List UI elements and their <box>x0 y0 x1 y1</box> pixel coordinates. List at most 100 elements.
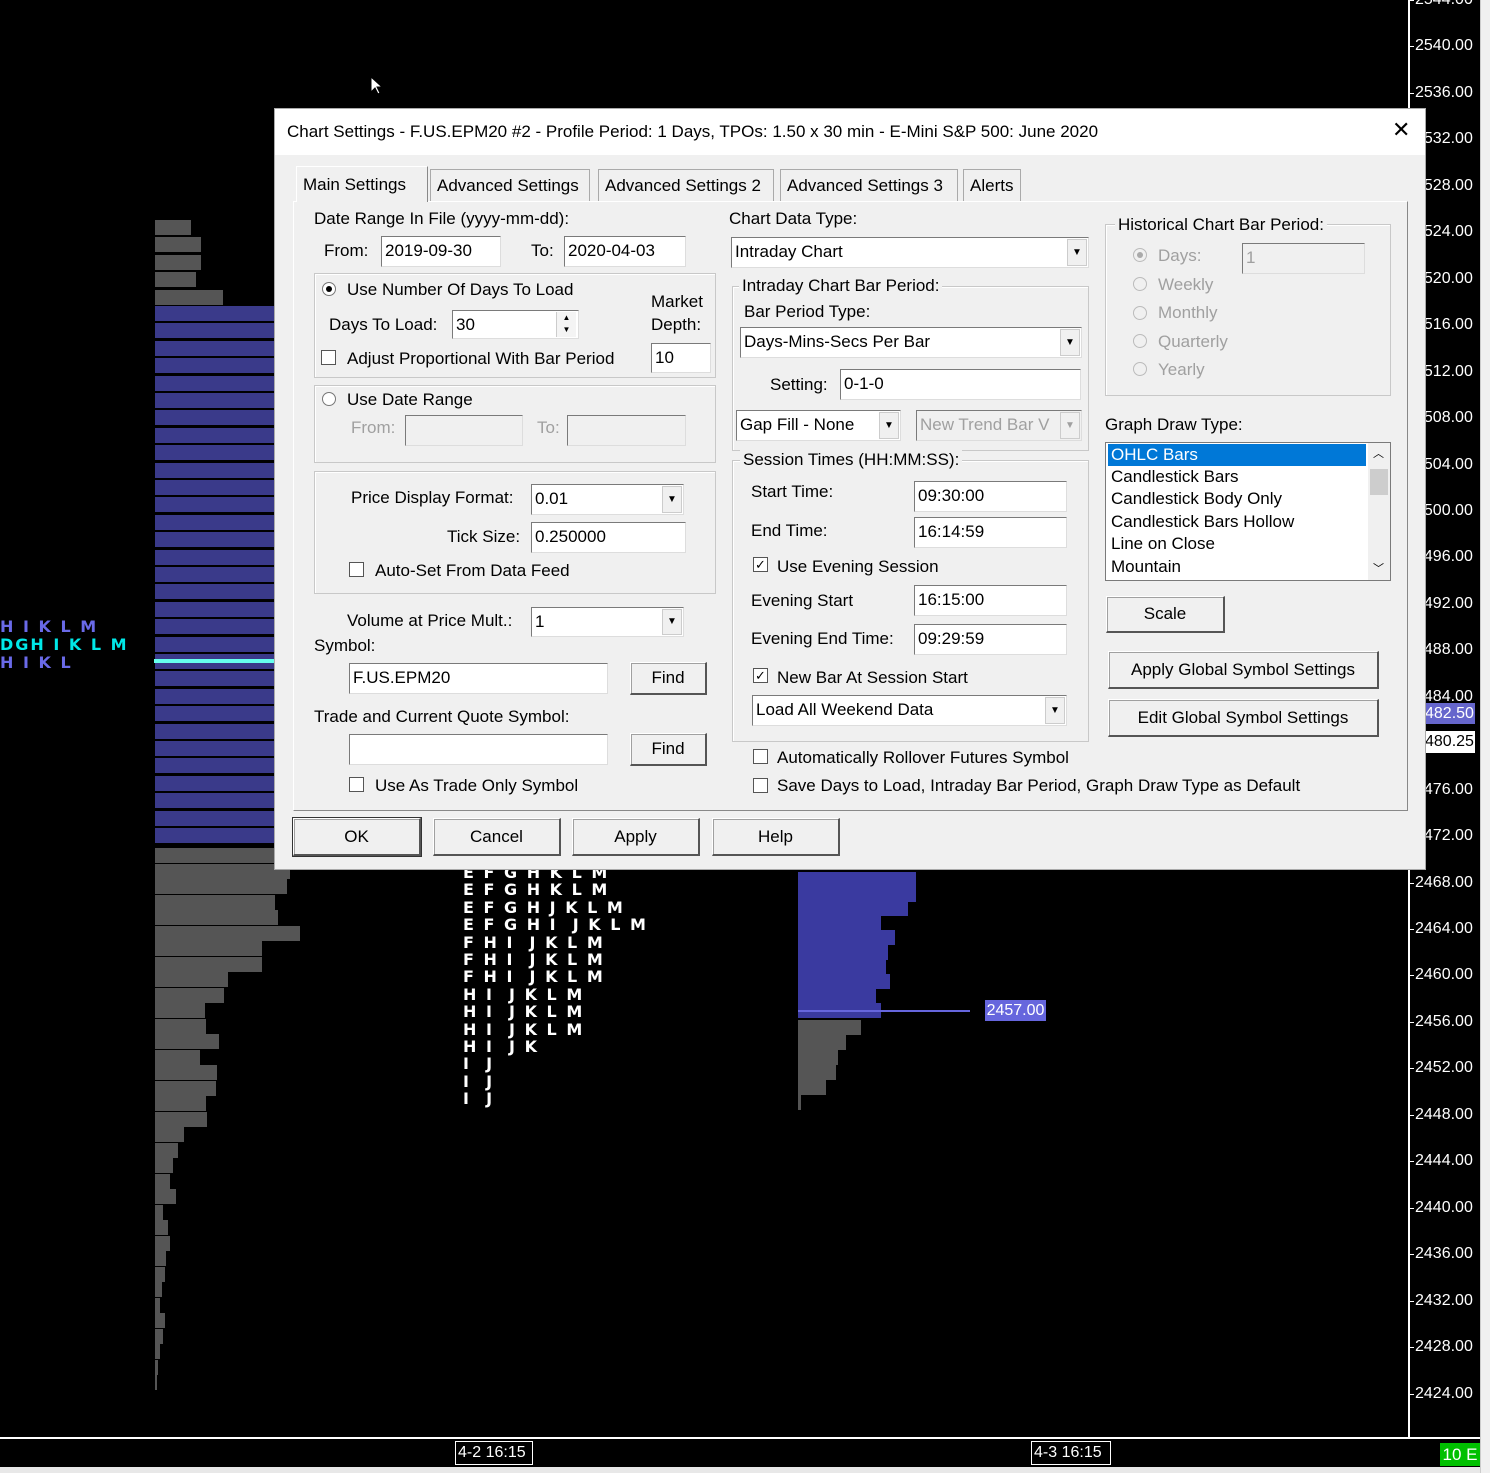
tick-size-input[interactable]: 0.250000 <box>531 522 686 553</box>
vap-select[interactable]: 1 ▼ <box>531 607 684 637</box>
use-days-label: Use Number Of Days To Load <box>347 280 574 299</box>
tab-advanced-settings[interactable]: Advanced Settings <box>430 169 590 201</box>
price-label: 2464.00 <box>1415 920 1473 937</box>
poc-price-label: 2457.00 <box>985 1000 1046 1021</box>
find-symbol-button[interactable]: Find <box>630 662 707 695</box>
price-format-select[interactable]: 0.01 ▼ <box>531 484 684 515</box>
list-item[interactable]: Candlestick Bars Hollow <box>1108 511 1366 533</box>
chevron-down-icon[interactable]: ﹀ <box>1373 560 1384 576</box>
tab-main-settings[interactable]: Main Settings <box>296 166 428 202</box>
use-date-range-radio[interactable] <box>322 392 336 406</box>
hist-yearly-radio[interactable] <box>1133 362 1147 376</box>
graph-draw-type-label: Graph Draw Type: <box>1105 415 1243 434</box>
hist-days-input[interactable]: 1 <box>1242 243 1365 274</box>
ok-button[interactable]: OK <box>292 817 422 857</box>
hist-weekly-radio[interactable] <box>1133 277 1147 291</box>
help-button[interactable]: Help <box>712 818 840 856</box>
market-depth-input[interactable]: 10 <box>651 343 711 373</box>
apply-button[interactable]: Apply <box>572 818 700 856</box>
tab-advanced-settings-2[interactable]: Advanced Settings 2 <box>598 169 774 201</box>
profile-bar <box>155 306 275 321</box>
profile-bar <box>155 910 278 925</box>
poc-line <box>798 1010 970 1012</box>
dr-to-input[interactable] <box>567 415 686 446</box>
end-time-input[interactable]: 16:14:59 <box>914 517 1067 548</box>
profile-bar <box>155 480 275 495</box>
apply-global-settings-button[interactable]: Apply Global Symbol Settings <box>1108 651 1379 689</box>
profile-bar <box>155 1251 166 1266</box>
list-item[interactable]: Mountain <box>1108 556 1366 578</box>
tpo-row: E F G H I J K L M <box>463 915 648 935</box>
auto-set-checkbox[interactable] <box>349 562 364 577</box>
tpo-row: H I J K L M <box>463 984 585 1004</box>
from-label: From: <box>324 241 369 260</box>
vertical-scrollbar[interactable] <box>1480 0 1490 1473</box>
setting-input[interactable]: 0-1-0 <box>840 369 1081 400</box>
trade-symbol-input[interactable] <box>349 734 608 765</box>
adjust-checkbox[interactable] <box>321 350 336 365</box>
symbol-input[interactable]: F.US.EPM20 <box>349 663 608 694</box>
weekend-data-select[interactable]: Load All Weekend Data ▼ <box>752 695 1067 726</box>
use-evening-checkbox[interactable]: ✓ <box>753 557 768 572</box>
hist-monthly-radio[interactable] <box>1133 306 1147 320</box>
list-item[interactable]: Candlestick Body Only <box>1108 488 1366 510</box>
tab-alerts[interactable]: Alerts <box>963 169 1021 201</box>
trade-only-checkbox[interactable] <box>349 777 364 792</box>
profile-bar <box>155 445 275 461</box>
horizontal-scrollbar[interactable] <box>0 1467 1490 1473</box>
axis-tick <box>1408 46 1414 48</box>
profile-bar <box>798 886 916 902</box>
hist-days-radio[interactable] <box>1133 248 1147 262</box>
profile-bar <box>155 1375 157 1390</box>
close-icon[interactable]: ✕ <box>1392 119 1410 141</box>
profile-bar <box>798 1020 861 1035</box>
profile-bar <box>155 1034 219 1049</box>
axis-tick <box>1408 1347 1414 1349</box>
chart-data-type-select[interactable]: Intraday Chart ▼ <box>731 237 1089 268</box>
new-trend-bar-select[interactable]: New Trend Bar V ▼ <box>916 410 1082 441</box>
mouse-cursor-icon <box>370 76 384 95</box>
cancel-button[interactable]: Cancel <box>433 818 561 856</box>
new-bar-checkbox[interactable]: ✓ <box>753 668 768 683</box>
from-date-input[interactable]: 2019-09-30 <box>381 236 501 267</box>
axis-tick <box>1408 1161 1414 1163</box>
list-item[interactable]: Line on Close <box>1108 533 1366 555</box>
profile-bar <box>155 567 275 582</box>
gap-fill-select[interactable]: Gap Fill - None ▼ <box>736 410 901 441</box>
list-item[interactable]: Candlestick Bars <box>1108 466 1366 488</box>
spinner-arrows-icon[interactable]: ▲ ▼ <box>556 312 576 337</box>
profile-bar <box>798 959 886 974</box>
to-date-input[interactable]: 2020-04-03 <box>564 236 686 267</box>
price-label: 2424.00 <box>1415 1384 1473 1402</box>
profile-bar <box>155 549 275 565</box>
price-label: 2540.00 <box>1415 37 1473 55</box>
scale-button[interactable]: Scale <box>1106 596 1225 633</box>
axis-tick <box>1408 1254 1414 1256</box>
chevron-up-icon[interactable]: ︿ <box>1373 445 1384 461</box>
start-time-input[interactable]: 09:30:00 <box>914 481 1067 512</box>
graph-draw-type-list[interactable]: OHLC Bars Candlestick Bars Candlestick B… <box>1105 442 1391 581</box>
list-scrollbar[interactable]: ︿ ﹀ <box>1368 443 1390 580</box>
dr-from-input[interactable] <box>405 415 523 446</box>
evening-end-input[interactable]: 09:29:59 <box>914 624 1067 655</box>
evening-start-input[interactable]: 16:15:00 <box>914 585 1067 616</box>
profile-bar <box>155 688 275 704</box>
rollover-checkbox[interactable] <box>753 749 768 764</box>
hist-weekly-label: Weekly <box>1158 275 1214 294</box>
save-default-checkbox[interactable] <box>753 778 768 793</box>
new-trend-bar-value: New Trend Bar V <box>920 415 1050 434</box>
gap-fill-value: Gap Fill - None <box>740 415 855 434</box>
edit-global-settings-button[interactable]: Edit Global Symbol Settings <box>1108 699 1379 737</box>
scroll-thumb[interactable] <box>1370 469 1388 495</box>
days-to-load-input[interactable]: 30 ▲ ▼ <box>452 310 579 339</box>
use-days-radio[interactable] <box>322 282 336 296</box>
bar-period-type-select[interactable]: Days-Mins-Secs Per Bar ▼ <box>740 327 1082 358</box>
profile-bar <box>155 1142 178 1158</box>
find-trade-symbol-button[interactable]: Find <box>630 733 707 766</box>
list-item[interactable]: OHLC Bars <box>1108 444 1366 466</box>
date-range-label: Date Range In File (yyyy-mm-dd): <box>314 209 570 228</box>
hist-quarterly-radio[interactable] <box>1133 334 1147 348</box>
adjust-label: Adjust Proportional With Bar Period <box>347 349 615 368</box>
tpo-row: F H I J K L M <box>463 932 605 952</box>
tab-advanced-settings-3[interactable]: Advanced Settings 3 <box>780 169 958 201</box>
